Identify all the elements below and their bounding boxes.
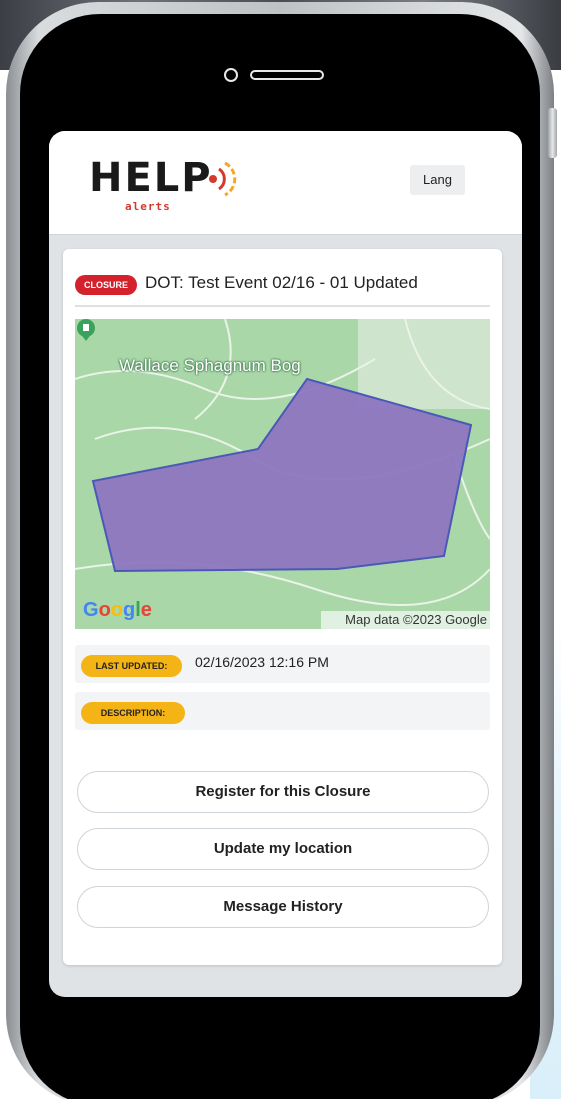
event-header: CLOSURE DOT: Test Event 02/16 - 01 Updat… <box>75 267 490 307</box>
event-card: CLOSURE DOT: Test Event 02/16 - 01 Updat… <box>63 249 502 965</box>
map-place-label: Wallace Sphagnum Bog <box>119 356 301 375</box>
logo-text: HELP <box>89 155 213 201</box>
register-closure-button[interactable]: Register for this Closure <box>77 771 489 813</box>
last-updated-row: LAST UPDATED: 02/16/2023 12:16 PM <box>75 645 490 683</box>
app-logo: HELP alerts <box>89 151 239 221</box>
logo-signal-icon <box>209 161 237 197</box>
update-location-button[interactable]: Update my location <box>77 828 489 870</box>
description-row: DESCRIPTION: <box>75 692 490 730</box>
last-updated-value: 02/16/2023 12:16 PM <box>195 654 329 670</box>
last-updated-label: LAST UPDATED: <box>81 655 182 677</box>
closure-badge: CLOSURE <box>75 275 137 295</box>
language-button[interactable]: Lang <box>410 165 465 195</box>
logo-subtext: alerts <box>125 200 171 213</box>
app-header: HELP alerts Lang <box>49 131 522 235</box>
event-map[interactable]: Wallace Sphagnum Bog Google Map data ©20… <box>75 319 490 629</box>
map-pin-icon <box>77 319 95 341</box>
event-title: DOT: Test Event 02/16 - 01 Updated <box>145 273 418 292</box>
description-label: DESCRIPTION: <box>81 702 185 724</box>
map-data-credit[interactable]: Map data ©2023 Google <box>321 611 490 629</box>
phone-speaker <box>250 70 324 80</box>
google-logo: Google <box>83 599 152 621</box>
message-history-button[interactable]: Message History <box>77 886 489 928</box>
phone-side-button <box>548 108 557 158</box>
phone-screen: HELP alerts Lang CLOSURE DOT: Test Event… <box>49 131 522 997</box>
front-camera <box>224 68 238 82</box>
